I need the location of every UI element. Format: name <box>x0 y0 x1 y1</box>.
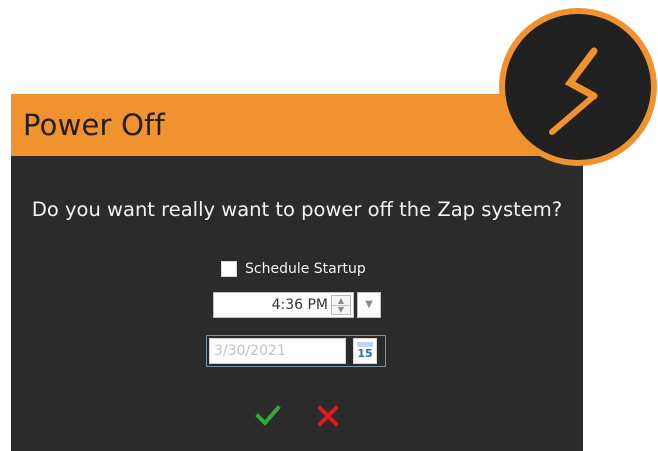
startup-date-picker[interactable]: 3/30/2021 15 <box>206 335 386 367</box>
calendar-day-number: 15 <box>357 347 373 360</box>
startup-time-value: 4:36 PM <box>271 297 328 313</box>
lightning-bolt-logo <box>497 6 658 168</box>
schedule-startup-row[interactable]: Schedule Startup <box>221 259 366 279</box>
cancel-button[interactable] <box>316 404 340 428</box>
dialog-title: Power Off <box>23 108 165 142</box>
checkmark-icon <box>255 405 281 426</box>
startup-date-value: 3/30/2021 <box>214 343 286 359</box>
chevron-down-icon: ▼ <box>365 299 373 310</box>
calendar-button[interactable]: 15 <box>353 338 377 364</box>
schedule-startup-label: Schedule Startup <box>245 261 366 277</box>
startup-time-input[interactable]: 4:36 PM ▲ ▼ <box>213 292 354 318</box>
chevron-down-icon[interactable]: ▼ <box>332 305 350 314</box>
startup-date-input[interactable]: 3/30/2021 <box>209 338 346 364</box>
schedule-startup-checkbox[interactable] <box>221 261 237 277</box>
confirm-button[interactable] <box>255 402 281 428</box>
close-icon <box>317 405 339 427</box>
power-off-question: Do you want really want to power off the… <box>31 198 563 221</box>
time-dropdown-button[interactable]: ▼ <box>357 292 381 318</box>
time-spinner[interactable]: ▲ ▼ <box>331 295 351 315</box>
startup-time-picker[interactable]: 4:36 PM ▲ ▼ ▼ <box>213 292 381 318</box>
